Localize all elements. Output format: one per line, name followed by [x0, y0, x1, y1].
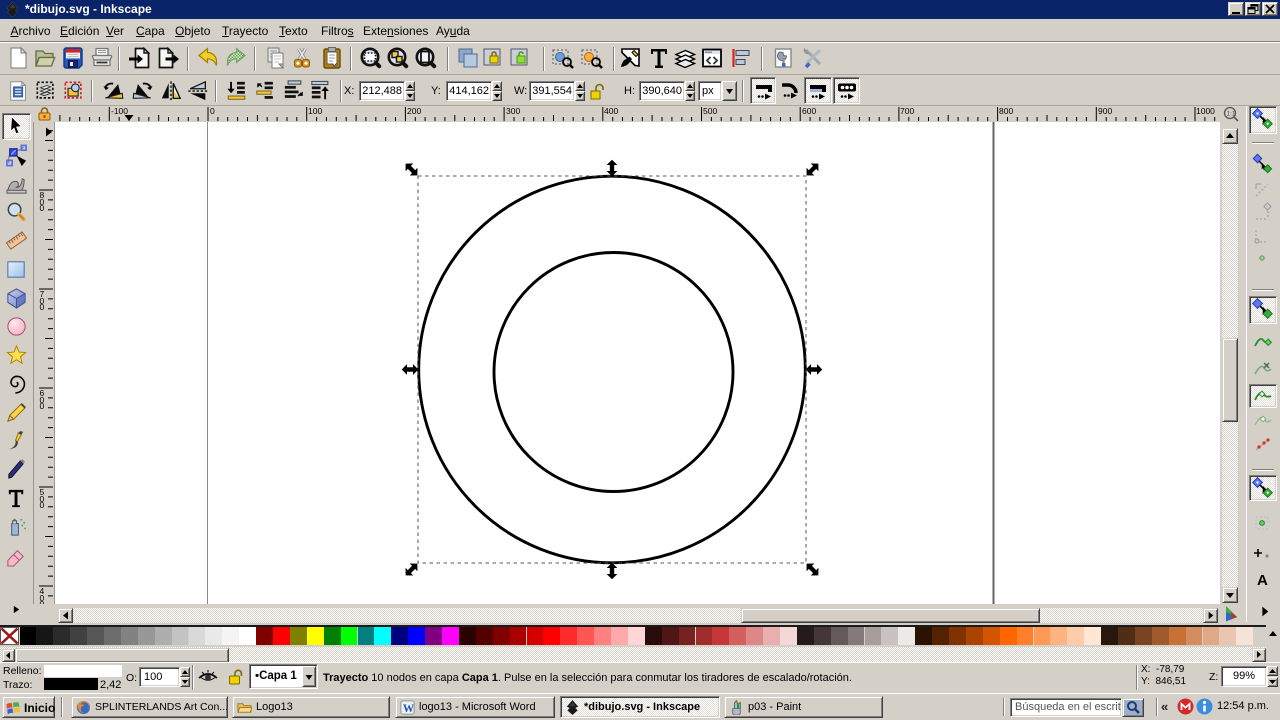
svg-text:400: 400 [604, 106, 618, 116]
svg-text:300: 300 [506, 106, 520, 116]
svg-text:900: 900 [1098, 106, 1112, 116]
svg-text:A: A [1257, 572, 1268, 589]
svg-text:200: 200 [407, 106, 421, 116]
svg-text:W: W [403, 703, 415, 715]
svg-text:0: 0 [40, 401, 45, 411]
svg-text:600: 600 [802, 106, 816, 116]
svg-text:0: 0 [40, 500, 45, 510]
svg-text:-100: -100 [111, 106, 128, 116]
svg-text:0: 0 [40, 203, 45, 213]
svg-text:700: 700 [900, 106, 914, 116]
svg-text:500: 500 [703, 106, 717, 116]
svg-text:100: 100 [308, 106, 322, 116]
svg-text:1:1: 1:1 [1227, 111, 1236, 118]
svg-text:0: 0 [40, 302, 45, 312]
svg-text:800: 800 [999, 106, 1013, 116]
svg-text:1000: 1000 [1196, 106, 1215, 116]
svg-text:0: 0 [210, 106, 215, 116]
